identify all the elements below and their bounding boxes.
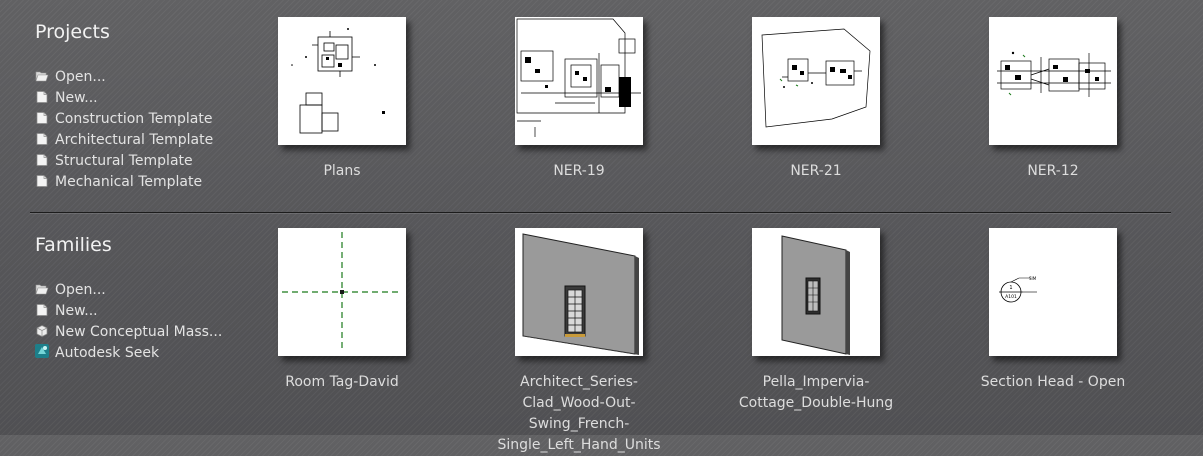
section-head-sim: SIM xyxy=(1029,276,1037,281)
project-name: Plans xyxy=(323,163,361,179)
family-thumbnail[interactable]: 1 A101 SIM xyxy=(989,228,1117,356)
family-name: Pella_Impervia-Cottage_Double-Hung xyxy=(738,374,894,411)
recent-family-tile[interactable]: Pella_Impervia-Cottage_Double-Hung xyxy=(726,228,906,414)
family-new-label: New... xyxy=(55,303,98,319)
folder-open-icon xyxy=(35,283,49,295)
families-section: Families Open... New... New Conceptual M… xyxy=(0,213,1203,453)
document-icon xyxy=(35,304,49,316)
recent-project-tile[interactable]: NER-12 xyxy=(963,17,1143,182)
autodesk-seek-icon xyxy=(35,344,49,358)
family-open-link[interactable]: Open... xyxy=(35,280,222,301)
project-thumbnail[interactable] xyxy=(515,17,643,145)
family-thumbnail[interactable] xyxy=(515,228,643,356)
document-icon xyxy=(35,112,49,124)
recent-project-tile[interactable]: NER-19 xyxy=(489,17,669,182)
cube-icon xyxy=(35,325,49,337)
document-icon xyxy=(35,154,49,166)
mechanical-template-label: Mechanical Template xyxy=(55,174,203,190)
construction-template-link[interactable]: Construction Template xyxy=(35,109,213,130)
family-thumbnail[interactable] xyxy=(752,228,880,356)
project-open-link[interactable]: Open... xyxy=(35,67,213,88)
project-name: NER-12 xyxy=(1027,163,1079,179)
document-icon xyxy=(35,91,49,103)
project-thumbnail[interactable] xyxy=(752,17,880,145)
project-name: NER-19 xyxy=(553,163,605,179)
recent-project-tile[interactable]: NER-21 xyxy=(726,17,906,182)
project-thumbnail[interactable] xyxy=(989,17,1117,145)
architectural-template-label: Architectural Template xyxy=(55,132,214,148)
section-head-number: 1 xyxy=(1009,285,1012,291)
project-thumbnail[interactable] xyxy=(278,17,406,145)
project-new-link[interactable]: New... xyxy=(35,88,213,109)
document-icon xyxy=(35,175,49,187)
families-actions: Open... New... New Conceptual Mass... Au… xyxy=(35,280,222,364)
project-open-label: Open... xyxy=(55,69,106,85)
structural-template-label: Structural Template xyxy=(55,153,193,169)
family-name: Architect_Series-Clad_Wood-Out-Swing_Fre… xyxy=(497,374,661,453)
projects-actions: Open... New... Construction Template Arc… xyxy=(35,67,213,193)
autodesk-seek-label: Autodesk Seek xyxy=(55,345,160,361)
recent-project-tile[interactable]: Plans xyxy=(252,17,432,182)
recent-family-tile[interactable]: Room Tag-David xyxy=(252,228,432,393)
autodesk-seek-link[interactable]: Autodesk Seek xyxy=(35,343,222,364)
projects-title: Projects xyxy=(35,21,110,43)
structural-template-link[interactable]: Structural Template xyxy=(35,151,213,172)
document-icon xyxy=(35,133,49,145)
project-name: NER-21 xyxy=(790,163,842,179)
folder-open-icon xyxy=(35,70,49,82)
recent-family-tile[interactable]: 1 A101 SIM Section Head - Open xyxy=(963,228,1143,393)
family-new-link[interactable]: New... xyxy=(35,301,222,322)
new-conceptual-mass-label: New Conceptual Mass... xyxy=(55,324,223,340)
section-head-sheet: A101 xyxy=(1005,294,1017,300)
construction-template-label: Construction Template xyxy=(55,111,213,127)
family-thumbnail[interactable] xyxy=(278,228,406,356)
projects-section: Projects Open... New... Construction Tem… xyxy=(0,0,1203,212)
mechanical-template-link[interactable]: Mechanical Template xyxy=(35,172,213,193)
family-name: Room Tag-David xyxy=(285,374,399,390)
new-conceptual-mass-link[interactable]: New Conceptual Mass... xyxy=(35,322,222,343)
family-name: Section Head - Open xyxy=(980,374,1126,390)
families-title: Families xyxy=(35,234,112,256)
architectural-template-link[interactable]: Architectural Template xyxy=(35,130,213,151)
project-new-label: New... xyxy=(55,90,98,106)
recent-family-tile[interactable]: Architect_Series-Clad_Wood-Out-Swing_Fre… xyxy=(489,228,669,456)
family-open-label: Open... xyxy=(55,282,106,298)
